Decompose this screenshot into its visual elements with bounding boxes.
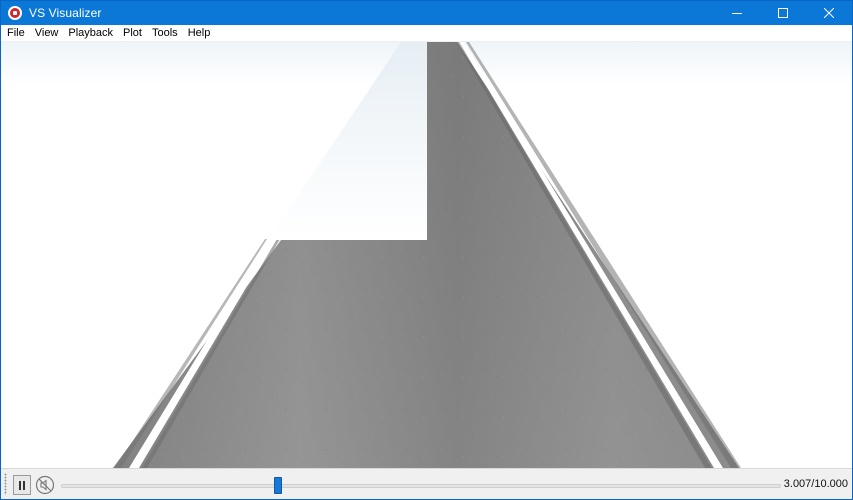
road-scene	[1, 42, 852, 468]
playback-toolbar: 3.007/10.000	[1, 468, 852, 499]
maximize-icon	[778, 8, 788, 18]
minimize-button[interactable]	[714, 1, 760, 25]
close-icon	[824, 8, 834, 18]
menu-plot[interactable]: Plot	[118, 25, 147, 42]
menu-playback[interactable]: Playback	[63, 25, 118, 42]
window-title: VS Visualizer	[29, 6, 102, 20]
toolbar-grip-icon[interactable]	[4, 473, 7, 495]
menu-tools[interactable]: Tools	[147, 25, 183, 42]
menu-view[interactable]: View	[30, 25, 64, 42]
mute-button[interactable]	[34, 474, 56, 496]
pause-icon	[19, 480, 21, 490]
app-window: VS Visualizer File View Playback Plot To…	[0, 0, 853, 500]
pause-button[interactable]	[13, 475, 31, 495]
3d-scene-viewport[interactable]	[1, 42, 852, 468]
menu-help[interactable]: Help	[183, 25, 216, 42]
menu-bar: File View Playback Plot Tools Help	[1, 25, 852, 42]
close-button[interactable]	[806, 1, 852, 25]
timeline-slider[interactable]	[61, 484, 781, 488]
menu-file[interactable]: File	[1, 25, 30, 42]
muted-speaker-icon	[35, 475, 55, 495]
maximize-button[interactable]	[760, 1, 806, 25]
title-bar[interactable]: VS Visualizer	[1, 1, 852, 25]
window-controls	[714, 1, 852, 25]
minimize-icon	[732, 13, 742, 14]
timeline-slider-thumb[interactable]	[273, 477, 282, 494]
app-logo-icon	[8, 6, 22, 20]
pause-icon-bar	[23, 480, 25, 490]
time-readout: 3.007/10.000	[783, 478, 848, 490]
